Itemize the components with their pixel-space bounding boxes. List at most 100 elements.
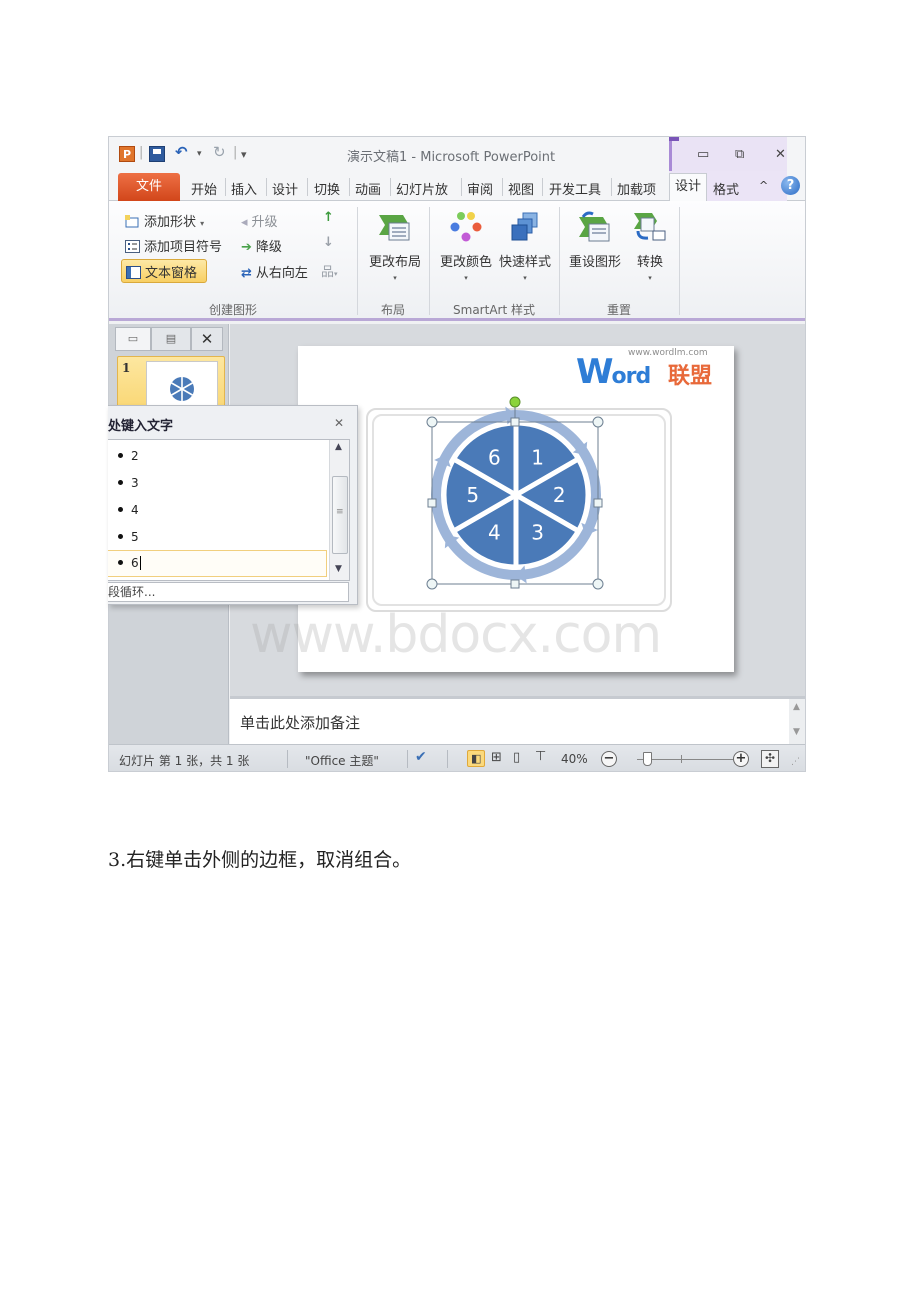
- notes-scrollbar[interactable]: ▲ ▼: [789, 699, 805, 744]
- tab-transitions[interactable]: 切换: [314, 179, 340, 198]
- fit-to-window-button[interactable]: ✣: [761, 750, 779, 768]
- save-icon[interactable]: [149, 146, 165, 162]
- resize-grip-icon[interactable]: ⋰: [791, 757, 800, 767]
- undo-dropdown-icon[interactable]: ▾: [197, 149, 202, 159]
- add-bullet-button[interactable]: 添加项目符号: [125, 236, 222, 255]
- smartart-tools-context-band: [669, 137, 787, 171]
- promote-arrow-icon: ◂: [241, 215, 248, 230]
- scroll-up-icon[interactable]: ▲: [793, 702, 800, 712]
- close-panel-button[interactable]: ✕: [191, 327, 223, 351]
- text-pane-item[interactable]: 4: [118, 503, 139, 517]
- change-colors-icon: [450, 212, 482, 242]
- tab-addins[interactable]: 加载项: [617, 179, 656, 198]
- spell-check-icon[interactable]: ✔: [415, 749, 427, 765]
- quick-styles-button[interactable]: 快速样式 ▾: [497, 211, 553, 282]
- promote-button[interactable]: ◂ 升级: [241, 211, 278, 230]
- text-cursor: ​: [139, 556, 141, 570]
- bullet-icon: [118, 507, 123, 512]
- undo-icon[interactable]: ↶: [175, 143, 188, 161]
- tab-separator: [225, 178, 226, 196]
- demote-button[interactable]: ➔ 降级: [241, 236, 282, 255]
- text-pane-close-icon[interactable]: ✕: [334, 416, 344, 430]
- outline-tab[interactable]: ▤: [151, 327, 191, 351]
- tab-view[interactable]: 视图: [508, 179, 534, 198]
- help-icon[interactable]: ?: [781, 176, 800, 195]
- reset-graphic-button[interactable]: 重设图形: [565, 211, 625, 270]
- tab-developer[interactable]: 开发工具: [549, 179, 601, 198]
- add-shape-label: 添加形状: [144, 215, 197, 230]
- tab-smartart-format[interactable]: 格式: [713, 179, 739, 198]
- text-pane-item[interactable]: 3: [118, 476, 139, 490]
- change-colors-button[interactable]: 更改颜色 ▾: [433, 211, 499, 282]
- right-to-left-icon: ⇄: [241, 266, 252, 281]
- text-pane-list[interactable]: 2 3 4 5 6​ ▲ ≡ ▼: [108, 439, 350, 581]
- move-down-icon[interactable]: ↓: [323, 235, 334, 250]
- convert-button[interactable]: 转换 ▾: [627, 211, 673, 282]
- scroll-down-icon[interactable]: ▼: [335, 564, 342, 574]
- change-layout-button[interactable]: 更改布局 ▾: [363, 211, 427, 282]
- group-divider: [679, 207, 680, 315]
- resize-handle-corner: [426, 416, 438, 428]
- minimize-ribbon-icon[interactable]: ^: [759, 179, 768, 192]
- logo-word: Word: [576, 352, 651, 392]
- tab-separator: [349, 178, 350, 196]
- restore-button[interactable]: ⧉: [735, 147, 744, 162]
- powerpoint-app-icon[interactable]: P: [119, 146, 135, 162]
- move-up-icon[interactable]: ↑: [323, 210, 334, 225]
- layout-hierarchy-icon[interactable]: 品▾: [321, 261, 338, 280]
- text-pane-scrollbar[interactable]: ▲ ≡ ▼: [329, 440, 349, 580]
- tab-home[interactable]: 开始: [191, 179, 217, 198]
- slides-tab[interactable]: ▭: [115, 327, 151, 351]
- smartart-segmented-cycle[interactable]: 123 456: [426, 394, 606, 596]
- scroll-down-icon[interactable]: ▼: [793, 727, 800, 737]
- normal-view-icon: ◧: [471, 752, 482, 765]
- segment-label: 1: [531, 446, 544, 470]
- text-pane-item[interactable]: 2: [118, 449, 139, 463]
- tab-animations[interactable]: 动画: [355, 179, 381, 198]
- segment-label: 5: [466, 483, 479, 507]
- convert-label: 转换: [636, 255, 663, 270]
- text-pane-item-active[interactable]: 6​: [108, 550, 327, 577]
- text-pane-title: 处键入文字: [108, 419, 174, 434]
- logo-chinese: 联盟: [668, 364, 713, 389]
- scrollbar-thumb[interactable]: ≡: [332, 476, 348, 554]
- bullet-icon: [118, 534, 123, 539]
- tab-review[interactable]: 审阅: [467, 179, 493, 198]
- zoom-in-button[interactable]: +: [733, 751, 749, 767]
- slideshow-view-icon[interactable]: ⊤: [535, 749, 546, 764]
- customize-quick-access-icon[interactable]: ▾: [241, 148, 247, 161]
- slide-number: 1: [122, 361, 131, 375]
- zoom-level[interactable]: 40%: [561, 752, 588, 766]
- add-shape-button[interactable]: 添加形状 ▾: [125, 211, 204, 230]
- scroll-up-icon[interactable]: ▲: [335, 442, 342, 452]
- theme-status[interactable]: "Office 主题": [305, 752, 379, 769]
- notes-placeholder[interactable]: 单击此处添加备注: [240, 712, 360, 733]
- close-button[interactable]: ✕: [775, 147, 786, 162]
- qa-separator: |: [139, 145, 144, 160]
- slide-sorter-icon[interactable]: ⊞: [491, 750, 502, 765]
- tab-insert[interactable]: 插入: [231, 179, 257, 198]
- minimize-button[interactable]: ▭: [697, 147, 709, 162]
- change-layout-label: 更改布局: [368, 255, 421, 270]
- text-pane-label-wrap[interactable]: 文本窗格: [126, 262, 197, 281]
- tab-design[interactable]: 设计: [272, 179, 298, 198]
- tab-smartart-design[interactable]: 设计: [669, 173, 707, 202]
- resize-handle-corner: [592, 578, 604, 590]
- right-to-left-button[interactable]: ⇄ 从右向左: [241, 262, 308, 281]
- resize-handle-corner: [592, 416, 604, 428]
- notes-pane[interactable]: 单击此处添加备注 ▲ ▼: [230, 696, 805, 744]
- redo-icon[interactable]: ↻: [213, 143, 226, 161]
- tab-file[interactable]: 文件: [118, 173, 180, 201]
- resize-handle-side: [510, 579, 520, 589]
- title-bar: P | ↶ ▾ ↻ | ▾ 演示文稿1 - Microsoft PowerPoi…: [109, 137, 805, 171]
- zoom-slider-thumb[interactable]: [642, 752, 652, 766]
- reading-view-icon[interactable]: ▯: [513, 750, 520, 765]
- ribbon-tabs: 文件 开始 插入 设计 切换 动画 幻灯片放 审阅 视图 开发工具 加载项 设计…: [109, 171, 805, 202]
- text-pane-layout-name[interactable]: 段循环...: [108, 582, 349, 602]
- normal-view-button[interactable]: ◧: [467, 750, 485, 767]
- tab-slideshow[interactable]: 幻灯片放: [396, 179, 448, 198]
- zoom-out-button[interactable]: −: [601, 751, 617, 767]
- segment-label: 3: [531, 520, 544, 544]
- text-pane-item[interactable]: 5: [118, 530, 139, 544]
- fit-window-icon: ✣: [765, 751, 776, 765]
